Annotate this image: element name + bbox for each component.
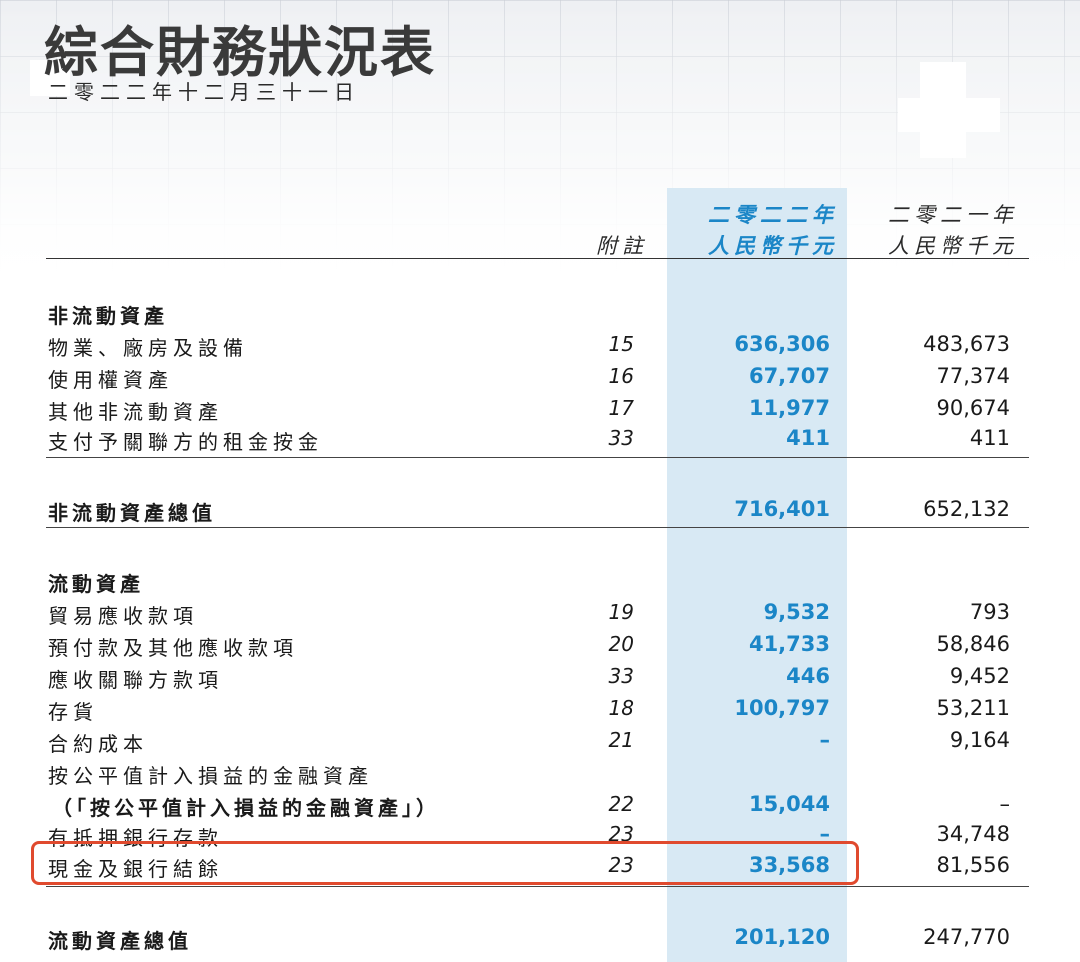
row-prior-value: 81,556 [936, 853, 1010, 877]
row-label: 支付予關聯方的租金按金 [48, 430, 323, 454]
table-row: 使用權資產 16 67,707 77,374 [0, 364, 1080, 396]
subtotal-rule [46, 457, 1029, 458]
row-note: 18 [608, 696, 634, 720]
row-label: 使用權資產 [48, 368, 173, 392]
row-current-value: 67,707 [748, 364, 830, 388]
row-current-value: 41,733 [748, 632, 830, 656]
row-note: 15 [608, 332, 634, 356]
row-note: 16 [608, 364, 634, 388]
table-row: 按公平值計入損益的金融資產 [0, 760, 1080, 792]
total-prior-value: 247,770 [923, 925, 1010, 949]
row-prior-value: 483,673 [923, 332, 1010, 356]
row-note: 20 [608, 632, 634, 656]
note-header: 附註 [596, 234, 648, 258]
section-heading: 非流動資產 [48, 304, 168, 328]
row-label: 合約成本 [48, 732, 148, 756]
table-row: 預付款及其他應收款項 20 41,733 58,846 [0, 632, 1080, 664]
total-current-value: 716,401 [734, 497, 830, 521]
row-current-value: 100,797 [734, 696, 830, 720]
row-label: 其他非流動資產 [48, 400, 223, 424]
table-row: 支付予關聯方的租金按金 33 411 411 [0, 426, 1080, 458]
total-row: 流動資產總值 201,120 247,770 [0, 925, 1080, 957]
table-row: 貿易應收款項 19 9,532 793 [0, 600, 1080, 632]
statement-date: 二零二二年十二月三十一日 [48, 80, 360, 104]
row-note: 19 [608, 600, 634, 624]
annotation-highlight-box [31, 841, 859, 885]
row-label: 按公平值計入損益的金融資產 [48, 764, 373, 788]
row-prior-value: 793 [969, 600, 1010, 624]
row-prior-value: 9,452 [949, 664, 1010, 688]
table-row: 其他非流動資產 17 11,977 90,674 [0, 396, 1080, 428]
row-label: （「按公平值計入損益的金融資產」） [52, 796, 440, 820]
row-prior-value: 34,748 [936, 822, 1010, 846]
row-current-value: 636,306 [734, 332, 830, 356]
row-note: 17 [608, 396, 634, 420]
total-label: 流動資產總值 [48, 929, 192, 953]
row-prior-value: 53,211 [936, 696, 1010, 720]
row-prior-value: 90,674 [936, 396, 1010, 420]
row-note: 33 [608, 426, 634, 450]
row-current-value: 9,532 [763, 600, 830, 624]
row-label: 貿易應收款項 [48, 604, 198, 628]
section-heading-row: 非流動資產 [0, 300, 1080, 332]
row-current-value: 411 [786, 426, 830, 450]
total-current-value: 201,120 [734, 925, 830, 949]
table-row: 存貨 18 100,797 53,211 [0, 696, 1080, 728]
section-heading-row: 流動資產 [0, 568, 1080, 600]
row-note: 33 [608, 664, 634, 688]
row-note: 22 [608, 792, 634, 816]
table-row: 合約成本 21 – 9,164 [0, 728, 1080, 760]
cross-decoration [898, 98, 1000, 132]
row-prior-value: 411 [969, 426, 1010, 450]
row-label: 應收關聯方款項 [48, 668, 223, 692]
row-prior-value: 9,164 [949, 728, 1010, 752]
subtotal-rule [46, 886, 1029, 887]
row-prior-value: 77,374 [936, 364, 1010, 388]
total-rule [46, 527, 1029, 528]
row-note: 21 [608, 728, 634, 752]
current-unit-header: 人民幣千元 [708, 234, 838, 258]
row-current-value: – [819, 728, 831, 752]
row-label: 存貨 [48, 700, 98, 724]
row-current-value: 15,044 [748, 792, 830, 816]
total-prior-value: 652,132 [923, 497, 1010, 521]
table-row: 應收關聯方款項 33 446 9,452 [0, 664, 1080, 696]
table-row: （「按公平值計入損益的金融資產」） 22 15,044 – [0, 792, 1080, 824]
row-current-value: 11,977 [748, 396, 830, 420]
row-prior-value: 58,846 [936, 632, 1010, 656]
prior-year-header: 二零二一年 [888, 203, 1018, 227]
total-label: 非流動資產總值 [48, 501, 216, 525]
total-row: 非流動資產總值 716,401 652,132 [0, 497, 1080, 529]
table-row: 物業、廠房及設備 15 636,306 483,673 [0, 332, 1080, 364]
current-year-header: 二零二二年 [708, 203, 838, 227]
header-rule [46, 258, 1029, 259]
row-label: 物業、廠房及設備 [48, 336, 248, 360]
row-label: 預付款及其他應收款項 [48, 636, 298, 660]
prior-unit-header: 人民幣千元 [888, 234, 1018, 258]
row-current-value: 446 [786, 664, 830, 688]
section-heading: 流動資產 [48, 572, 144, 596]
row-prior-value: – [999, 792, 1011, 816]
